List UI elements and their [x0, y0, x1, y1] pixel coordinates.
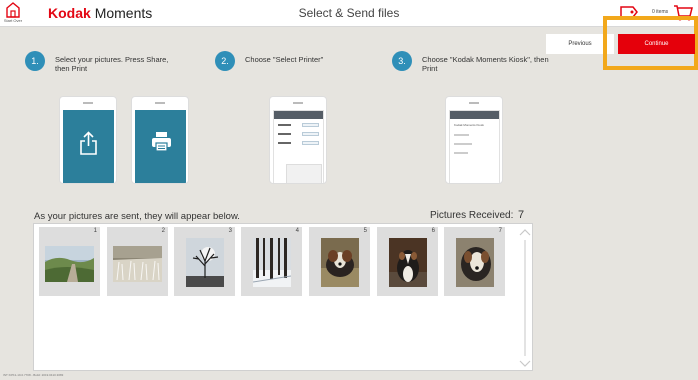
picture-tile[interactable]: 4: [241, 227, 302, 296]
kiosk-label: Kodak Moments Kiosk: [454, 123, 484, 127]
picture-tile[interactable]: 7: [444, 227, 505, 296]
build-info: INT KPK1-19.0.7708 - Build: 2019.0410.30…: [3, 373, 64, 377]
share-icon: [80, 131, 97, 155]
phone-print-illustration: [131, 96, 189, 184]
received-caption: As your pictures are sent, they will app…: [34, 211, 240, 222]
bare-tree-thumbnail: [186, 238, 224, 287]
phone-select-printer-illustration: [269, 96, 327, 184]
step-text: Choose "Kodak Moments Kiosk", then Print: [422, 55, 549, 73]
picture-tile[interactable]: 1: [39, 227, 100, 296]
scroll-up-icon[interactable]: [519, 228, 531, 236]
picture-tile[interactable]: 2: [107, 227, 168, 296]
header-bar: Start Over Kodak Moments Select & Send f…: [0, 0, 698, 27]
step-number: 2.: [215, 51, 235, 71]
step-number: 1.: [25, 51, 45, 71]
dog-close-up-thumbnail: [456, 238, 494, 287]
pictures-panel: 1 2 3 4 5 6 7: [33, 223, 533, 371]
picture-number: 7: [498, 228, 502, 234]
picture-number: 5: [363, 228, 367, 234]
landscape-hills-thumbnail: [45, 246, 94, 282]
step-text: Select your pictures. Press Share, then …: [55, 55, 169, 73]
picture-number: 1: [93, 228, 97, 234]
picture-tile[interactable]: 5: [309, 227, 370, 296]
snowy-forest-thumbnail: [253, 238, 291, 287]
scrollbar[interactable]: [519, 228, 531, 368]
printer-icon: [152, 132, 171, 152]
step-number: 3.: [392, 51, 412, 71]
picture-number: 6: [431, 228, 435, 234]
page-title: Select & Send files: [298, 6, 400, 20]
picture-number: 2: [161, 228, 165, 234]
phone-kiosk-illustration: Kodak Moments Kiosk: [445, 96, 503, 184]
pictures-received-label: Pictures Received:: [430, 210, 514, 221]
phone-share-illustration: [59, 96, 117, 184]
picture-number: 4: [295, 228, 299, 234]
picture-number: 3: [228, 228, 232, 234]
dry-grass-thumbnail: [113, 246, 162, 282]
continue-button[interactable]: Continue: [618, 34, 695, 54]
picture-tile[interactable]: 3: [174, 227, 235, 296]
pictures-received-count: 7: [518, 209, 525, 221]
picture-tile[interactable]: 6: [377, 227, 438, 296]
step-text: Choose "Select Printer": [245, 55, 324, 64]
dog-sitting-thumbnail: [389, 238, 427, 287]
dog-in-grass-thumbnail: [321, 238, 359, 287]
cart-count: 0 items: [652, 9, 669, 15]
scroll-down-icon[interactable]: [519, 360, 531, 368]
